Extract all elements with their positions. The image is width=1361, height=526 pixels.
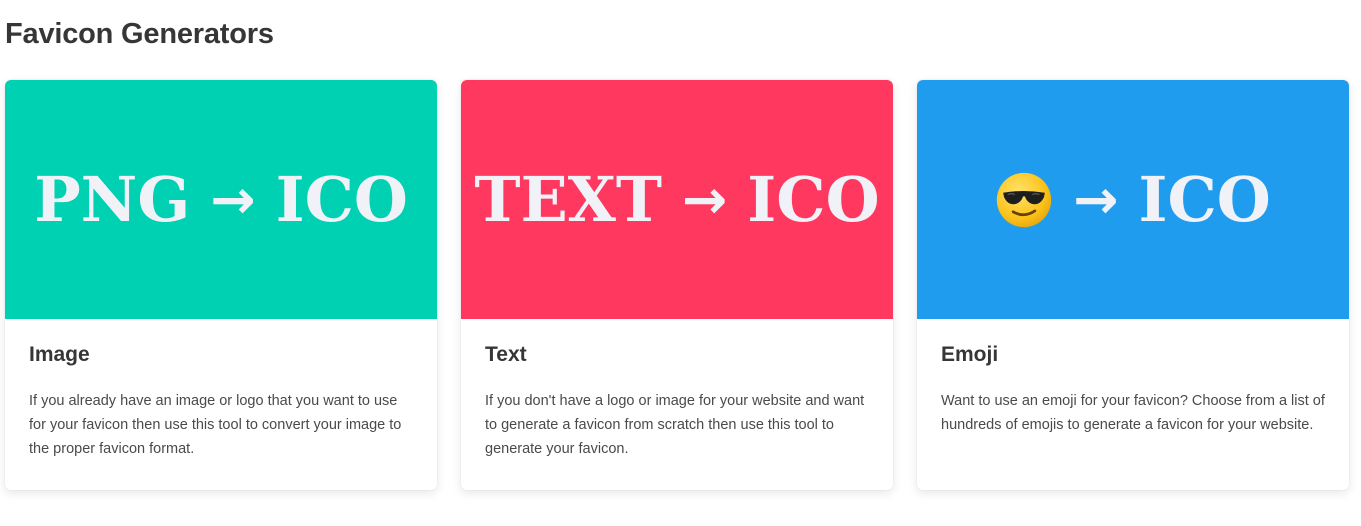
sunglasses-emoji-icon	[995, 171, 1053, 229]
card-body: Image If you already have an image or lo…	[5, 319, 437, 461]
emoji-card-banner: → ICO	[917, 80, 1349, 319]
arrow-right-icon: →	[1073, 168, 1119, 231]
card-title: Image	[29, 343, 90, 366]
text-generator-card[interactable]: TEXT → ICO Text If you don't have a logo…	[461, 80, 893, 490]
arrow-right-icon: →	[210, 168, 256, 231]
banner-from-text: TEXT	[474, 163, 663, 236]
arrow-right-icon: →	[682, 168, 728, 231]
banner-from-text: PNG	[34, 163, 191, 236]
generator-cards: PNG → ICO Image If you already have an i…	[5, 80, 1349, 490]
banner-to-text: ICO	[1138, 163, 1271, 236]
card-title: Text	[485, 343, 527, 366]
banner-to-text: ICO	[275, 163, 408, 236]
image-generator-card[interactable]: PNG → ICO Image If you already have an i…	[5, 80, 437, 490]
card-body: Text If you don't have a logo or image f…	[461, 319, 893, 461]
emoji-generator-card[interactable]: → ICO Emoji Want to use an emoji for you…	[917, 80, 1349, 490]
card-description: If you don't have a logo or image for yo…	[485, 393, 865, 457]
card-description: If you already have an image or logo tha…	[29, 393, 402, 457]
page: Favicon Generators PNG → ICO Image If yo…	[0, 0, 1361, 526]
banner-to-text: ICO	[747, 163, 880, 236]
card-description: Want to use an emoji for your favicon? C…	[941, 393, 1325, 433]
image-card-banner: PNG → ICO	[5, 80, 437, 319]
card-body: Emoji Want to use an emoji for your favi…	[917, 319, 1349, 437]
text-card-banner: TEXT → ICO	[461, 80, 893, 319]
card-title: Emoji	[941, 343, 999, 366]
section-title: Favicon Generators	[5, 18, 274, 50]
